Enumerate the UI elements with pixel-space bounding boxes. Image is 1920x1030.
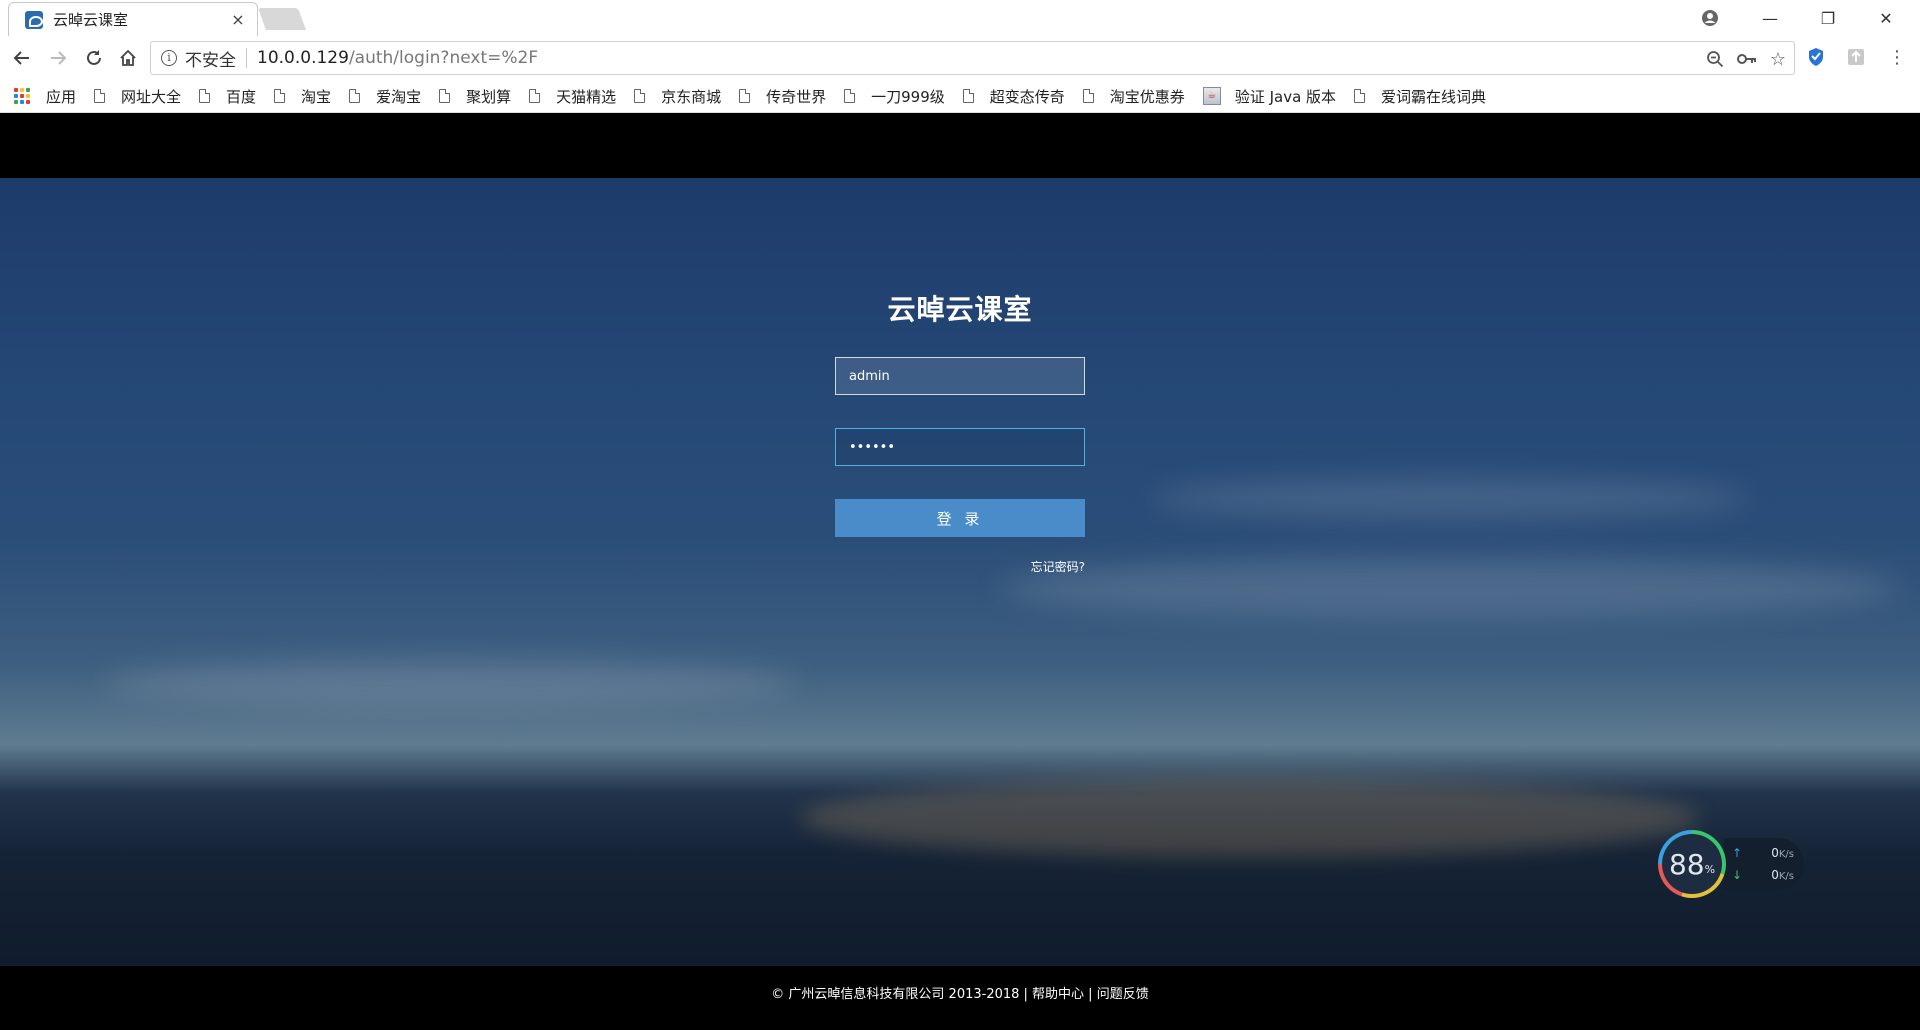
page-icon <box>199 89 211 103</box>
forgot-password-link[interactable]: 忘记密码? <box>835 558 1085 575</box>
zoom-icon[interactable] <box>1704 48 1726 70</box>
password-input[interactable] <box>835 428 1085 466</box>
bookmark-item[interactable]: 超变态传奇 <box>962 86 1065 107</box>
download-arrow-icon: ↓ <box>1732 868 1743 882</box>
speed-unit: K/s <box>1778 849 1794 860</box>
login-title: 云晫云课室 <box>887 293 1033 326</box>
extension-icon[interactable] <box>1845 46 1867 68</box>
speed-unit: K/s <box>1778 871 1794 882</box>
bookmark-item[interactable]: 爱词霸在线词典 <box>1354 86 1486 107</box>
bookmark-label: 传奇世界 <box>766 87 827 106</box>
background-cloud <box>1150 478 1750 518</box>
page-header-bar <box>0 113 1920 178</box>
page-icon <box>634 89 646 103</box>
background-cloud <box>100 658 800 708</box>
bookmarks-bar: 应用 网址大全 百度 淘宝 爱淘宝 聚划算 天猫精选 京东商城 传奇世界 一刀9… <box>0 80 1920 113</box>
info-icon[interactable]: i <box>161 50 177 66</box>
download-value: 0 <box>1771 868 1779 882</box>
url-path: /auth/login?next=%2F <box>348 48 539 68</box>
bookmark-label: 一刀999级 <box>871 87 945 106</box>
bookmark-label: 淘宝优惠券 <box>1109 87 1185 106</box>
bookmark-item[interactable]: 百度 <box>199 86 256 107</box>
net-speed-panel: ↑ 0K/s ↓ 0K/s <box>1724 838 1804 890</box>
page-icon <box>1082 89 1094 103</box>
page-icon <box>962 89 974 103</box>
restore-button[interactable]: ❐ <box>1808 4 1848 32</box>
menu-kebab-icon[interactable]: ⋮ <box>1886 46 1908 68</box>
upload-value: 0 <box>1771 846 1779 860</box>
minimize-button[interactable]: — <box>1750 4 1790 32</box>
bookmark-item[interactable]: 网址大全 <box>94 86 181 107</box>
bookmark-item[interactable]: 爱淘宝 <box>349 86 421 107</box>
apps-grid-icon <box>14 88 30 104</box>
bookmark-item[interactable]: 京东商城 <box>634 86 721 107</box>
page-icon <box>529 89 541 103</box>
bookmark-label: 淘宝 <box>301 87 332 106</box>
upload-arrow-icon: ↑ <box>1732 846 1743 860</box>
usage-ring-center: 88% <box>1662 834 1722 894</box>
close-window-button[interactable]: ✕ <box>1866 4 1906 32</box>
browser-tab-active[interactable]: 云晫云课室 × <box>8 2 258 36</box>
bookmark-label: 超变态传奇 <box>989 87 1065 106</box>
new-tab-button[interactable] <box>257 8 307 30</box>
background-cloud <box>1000 558 1900 618</box>
reload-button[interactable] <box>80 44 108 72</box>
bookmark-item[interactable]: 传奇世界 <box>739 86 826 107</box>
usage-ring: 88% <box>1658 830 1726 898</box>
page-icon <box>274 89 286 103</box>
page-icon <box>439 89 451 103</box>
page-icon <box>1354 89 1366 103</box>
bookmark-label: 应用 <box>46 87 77 106</box>
net-monitor-widget[interactable]: ↑ 0K/s ↓ 0K/s 88% <box>1658 830 1804 898</box>
page-icon <box>739 89 751 103</box>
tab-close-icon[interactable]: × <box>229 10 247 29</box>
username-input[interactable] <box>835 357 1085 395</box>
usage-percent-unit: % <box>1704 862 1716 876</box>
bookmark-item[interactable]: 聚划算 <box>439 86 511 107</box>
site-favicon-icon <box>25 10 43 29</box>
tab-title: 云晫云课室 <box>53 11 129 29</box>
upload-speed: ↑ 0K/s <box>1732 846 1794 860</box>
bookmark-item[interactable]: ☕ 验证 Java 版本 <box>1202 86 1337 107</box>
bookmark-item[interactable]: 一刀999级 <box>844 86 945 107</box>
bookmark-label: 京东商城 <box>661 87 722 106</box>
download-speed: ↓ 0K/s <box>1732 868 1794 882</box>
java-icon: ☕ <box>1202 87 1221 105</box>
bookmark-label: 爱淘宝 <box>376 87 422 106</box>
page-icon <box>94 89 106 103</box>
home-button[interactable] <box>114 44 142 72</box>
bookmark-label: 天猫精选 <box>556 87 617 106</box>
forward-button[interactable] <box>44 44 72 72</box>
background-city-lights <box>800 778 1700 858</box>
page-icon <box>844 89 856 103</box>
bookmark-label: 网址大全 <box>121 87 182 106</box>
address-separator <box>246 48 247 68</box>
profile-icon[interactable] <box>1690 4 1730 32</box>
bookmark-label: 聚划算 <box>466 87 512 106</box>
bookmark-label: 爱词霸在线词典 <box>1381 87 1487 106</box>
bookmark-apps[interactable]: 应用 <box>14 86 76 107</box>
page-icon <box>349 89 361 103</box>
shield-extension-icon[interactable] <box>1805 46 1827 68</box>
bookmark-item[interactable]: 淘宝优惠券 <box>1082 86 1185 107</box>
key-icon[interactable] <box>1736 48 1758 70</box>
url-host: 10.0.0.129 <box>257 48 349 68</box>
bookmark-label: 验证 Java 版本 <box>1234 87 1337 106</box>
tab-strip: 云晫云课室 × — ❐ ✕ <box>0 0 1920 36</box>
url-text[interactable]: 10.0.0.129/auth/login?next=%2F <box>257 48 538 68</box>
back-button[interactable] <box>8 44 36 72</box>
usage-percent: 88 <box>1668 847 1705 881</box>
browser-toolbar: i 不安全 10.0.0.129/auth/login?next=%2F ☆ ⋮ <box>0 36 1920 80</box>
login-button[interactable]: 登 录 <box>835 499 1085 537</box>
bookmark-item[interactable]: 淘宝 <box>274 86 331 107</box>
page-footer: © 广州云晫信息科技有限公司 2013-2018 | 帮助中心 | 问题反馈 <box>0 966 1920 1030</box>
bookmark-label: 百度 <box>226 87 257 106</box>
bookmark-star-icon[interactable]: ☆ <box>1767 48 1789 70</box>
security-label[interactable]: 不安全 <box>185 46 236 71</box>
address-bar[interactable]: i 不安全 10.0.0.129/auth/login?next=%2F ☆ <box>150 41 1795 75</box>
bookmark-item[interactable]: 天猫精选 <box>529 86 616 107</box>
